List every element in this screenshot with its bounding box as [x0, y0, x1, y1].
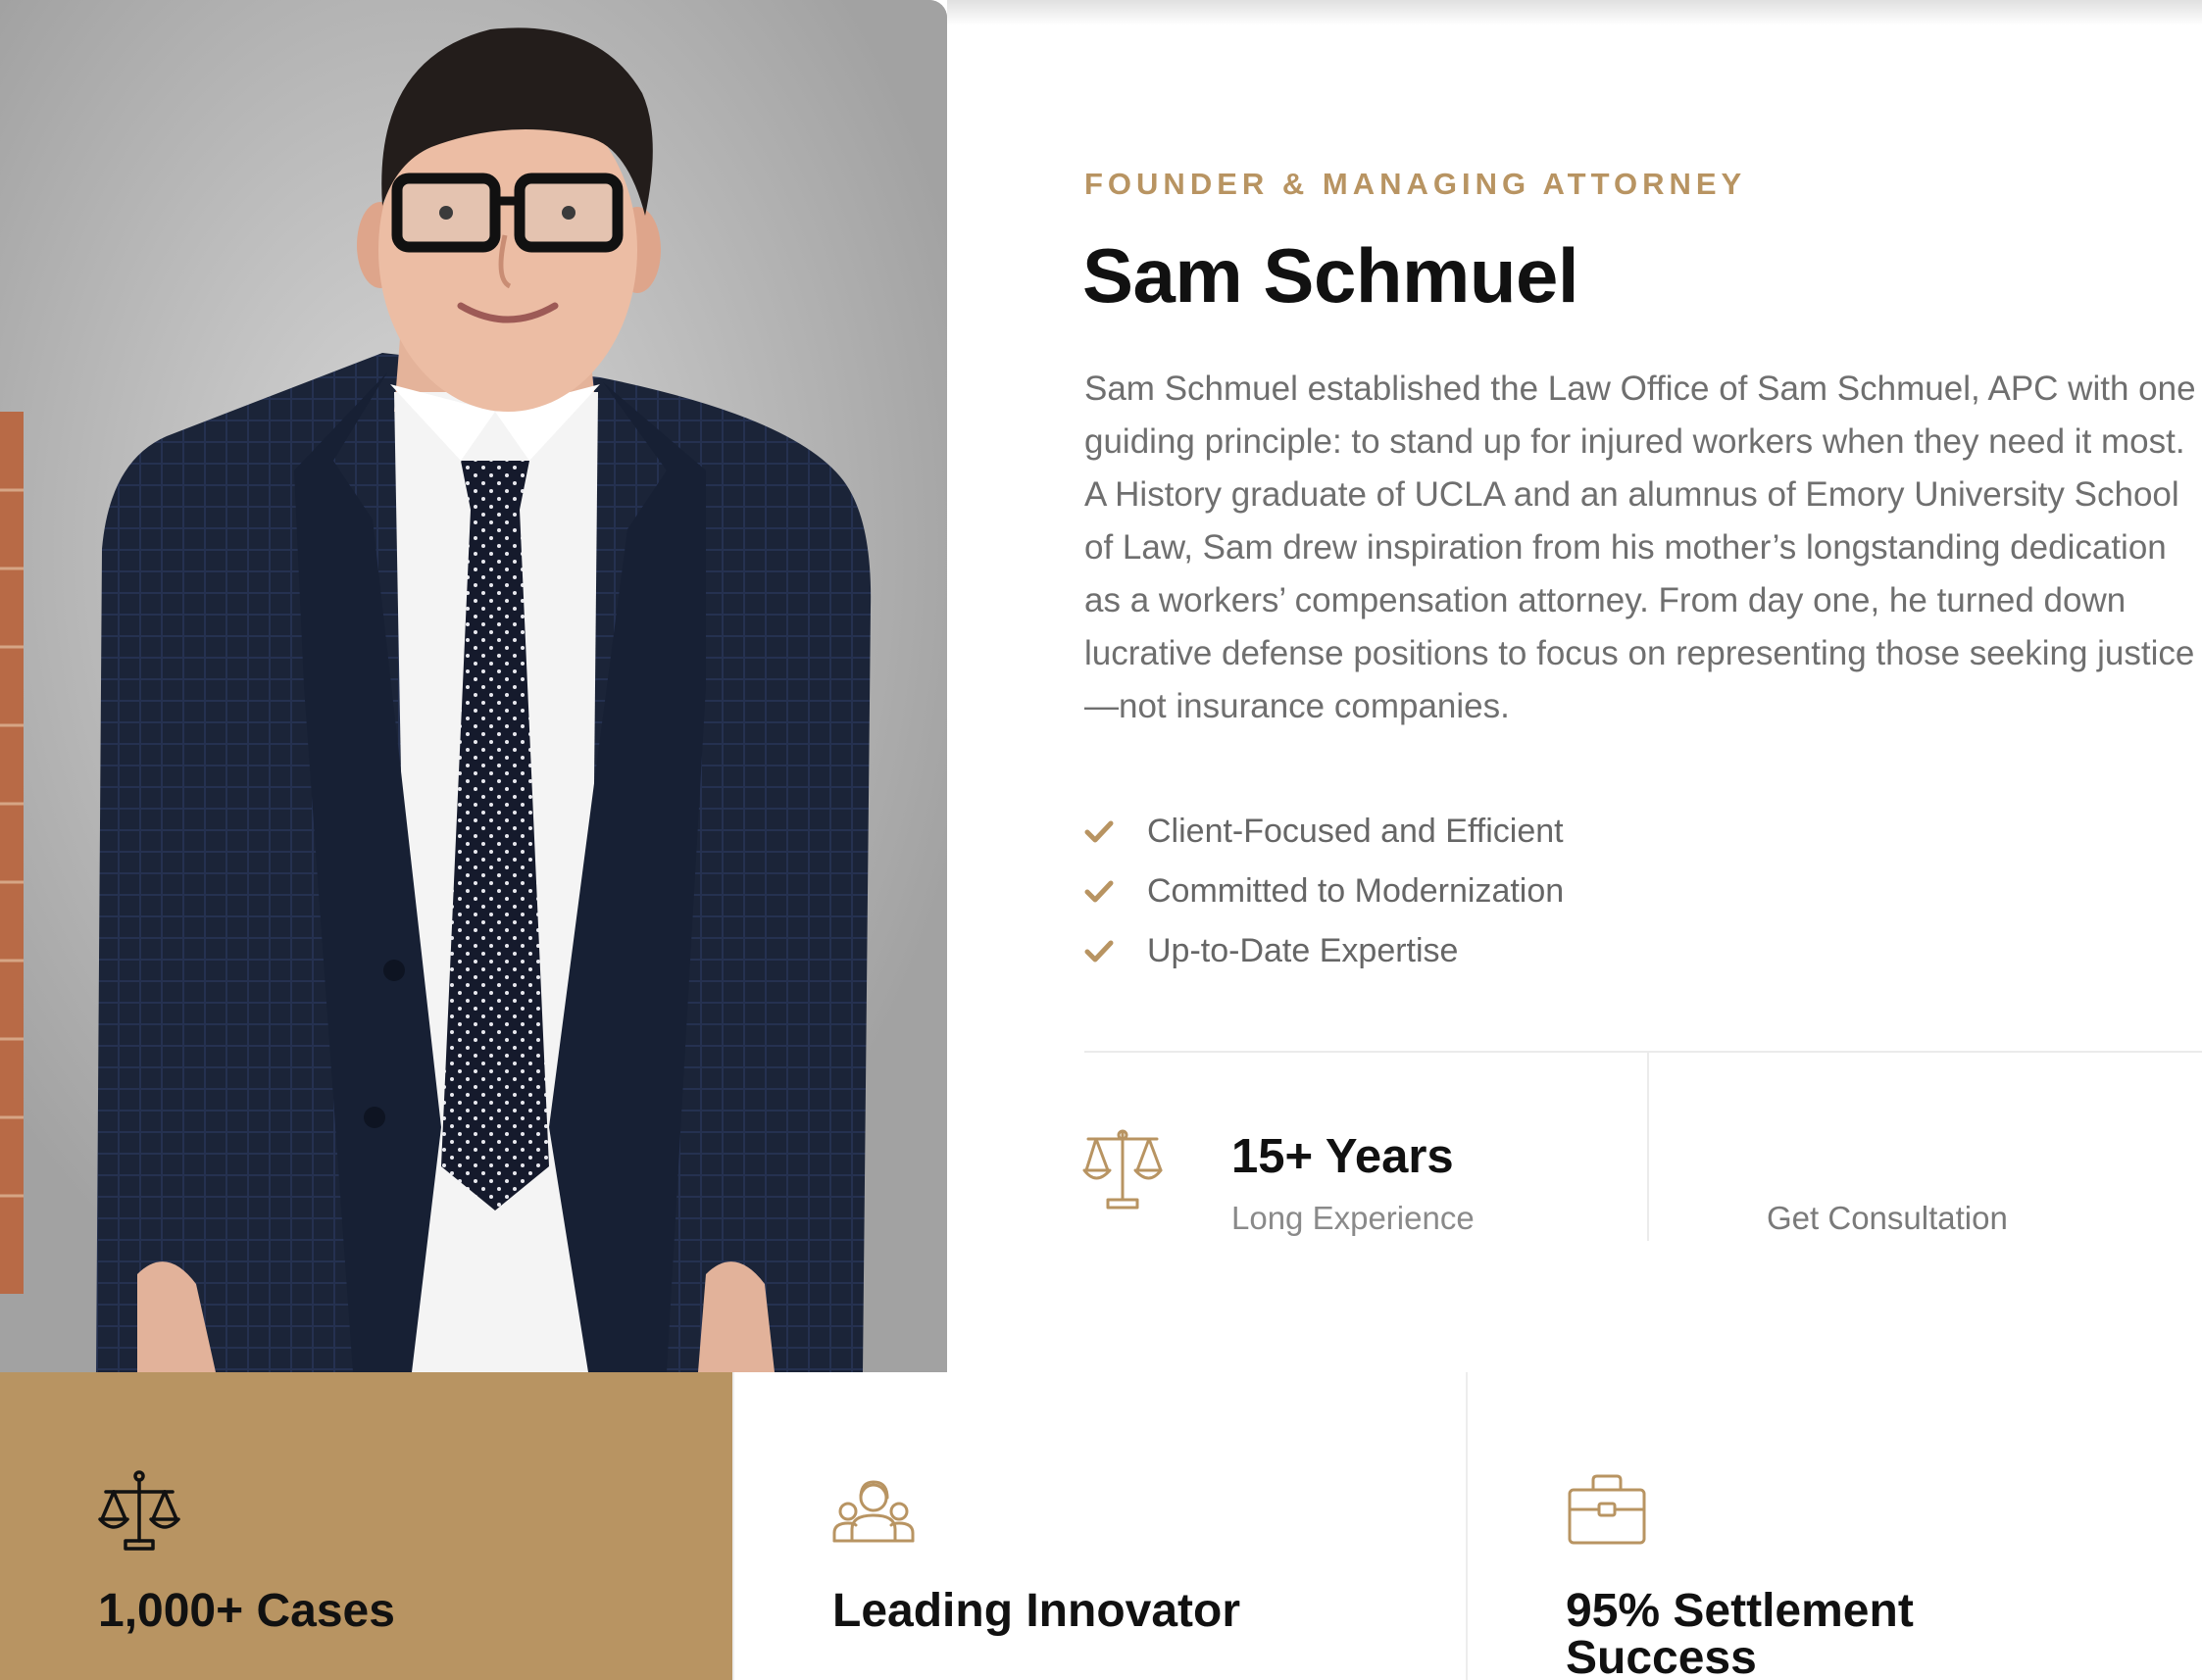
briefcase-icon [1568, 1474, 1646, 1545]
attorney-role-eyebrow: FOUNDER & MANAGING ATTORNEY [1084, 167, 1747, 201]
feature-item: Committed to Modernization [1084, 862, 1564, 921]
scales-of-justice-icon [98, 1470, 180, 1551]
team-people-icon [832, 1480, 915, 1543]
stat-card-settlement: 95% Settlement Success [1466, 1372, 2202, 1680]
experience-label: Long Experience [1231, 1200, 1475, 1236]
stat-card-innovator: Leading Innovator [732, 1372, 1466, 1680]
check-icon [1084, 880, 1114, 902]
section-divider [1084, 1051, 2202, 1053]
stat-card-cases: 1,000+ Cases [0, 1372, 732, 1680]
feature-label: Up-to-Date Expertise [1147, 932, 1459, 969]
feature-label: Client-Focused and Efficient [1147, 813, 1564, 850]
check-icon [1084, 940, 1114, 962]
top-shadow [947, 0, 2202, 25]
stat-title: 1,000+ Cases [98, 1585, 395, 1637]
feature-label: Committed to Modernization [1147, 872, 1565, 910]
column-divider [1647, 1053, 1649, 1241]
attorney-bio: Sam Schmuel established the Law Office o… [1084, 370, 2196, 725]
stat-title: 95% Settlement Success [1566, 1585, 1914, 1680]
feature-item: Client-Focused and Efficient [1084, 802, 1564, 862]
check-icon [1084, 820, 1114, 842]
feature-list: Client-Focused and Efficient Committed t… [1084, 802, 1564, 981]
experience-number: 15+ Years [1231, 1130, 1454, 1183]
attorney-name: Sam Schmuel [1082, 232, 1579, 319]
stat-title: Leading Innovator [832, 1585, 1241, 1637]
feature-item: Up-to-Date Expertise [1084, 921, 1564, 981]
scales-of-justice-icon [1082, 1129, 1163, 1210]
attorney-portrait-photo [0, 0, 947, 1372]
attorney-profile-section: FOUNDER & MANAGING ATTORNEY Sam Schmuel … [0, 0, 2202, 1680]
get-consultation-link[interactable]: Get Consultation [1767, 1200, 2008, 1237]
